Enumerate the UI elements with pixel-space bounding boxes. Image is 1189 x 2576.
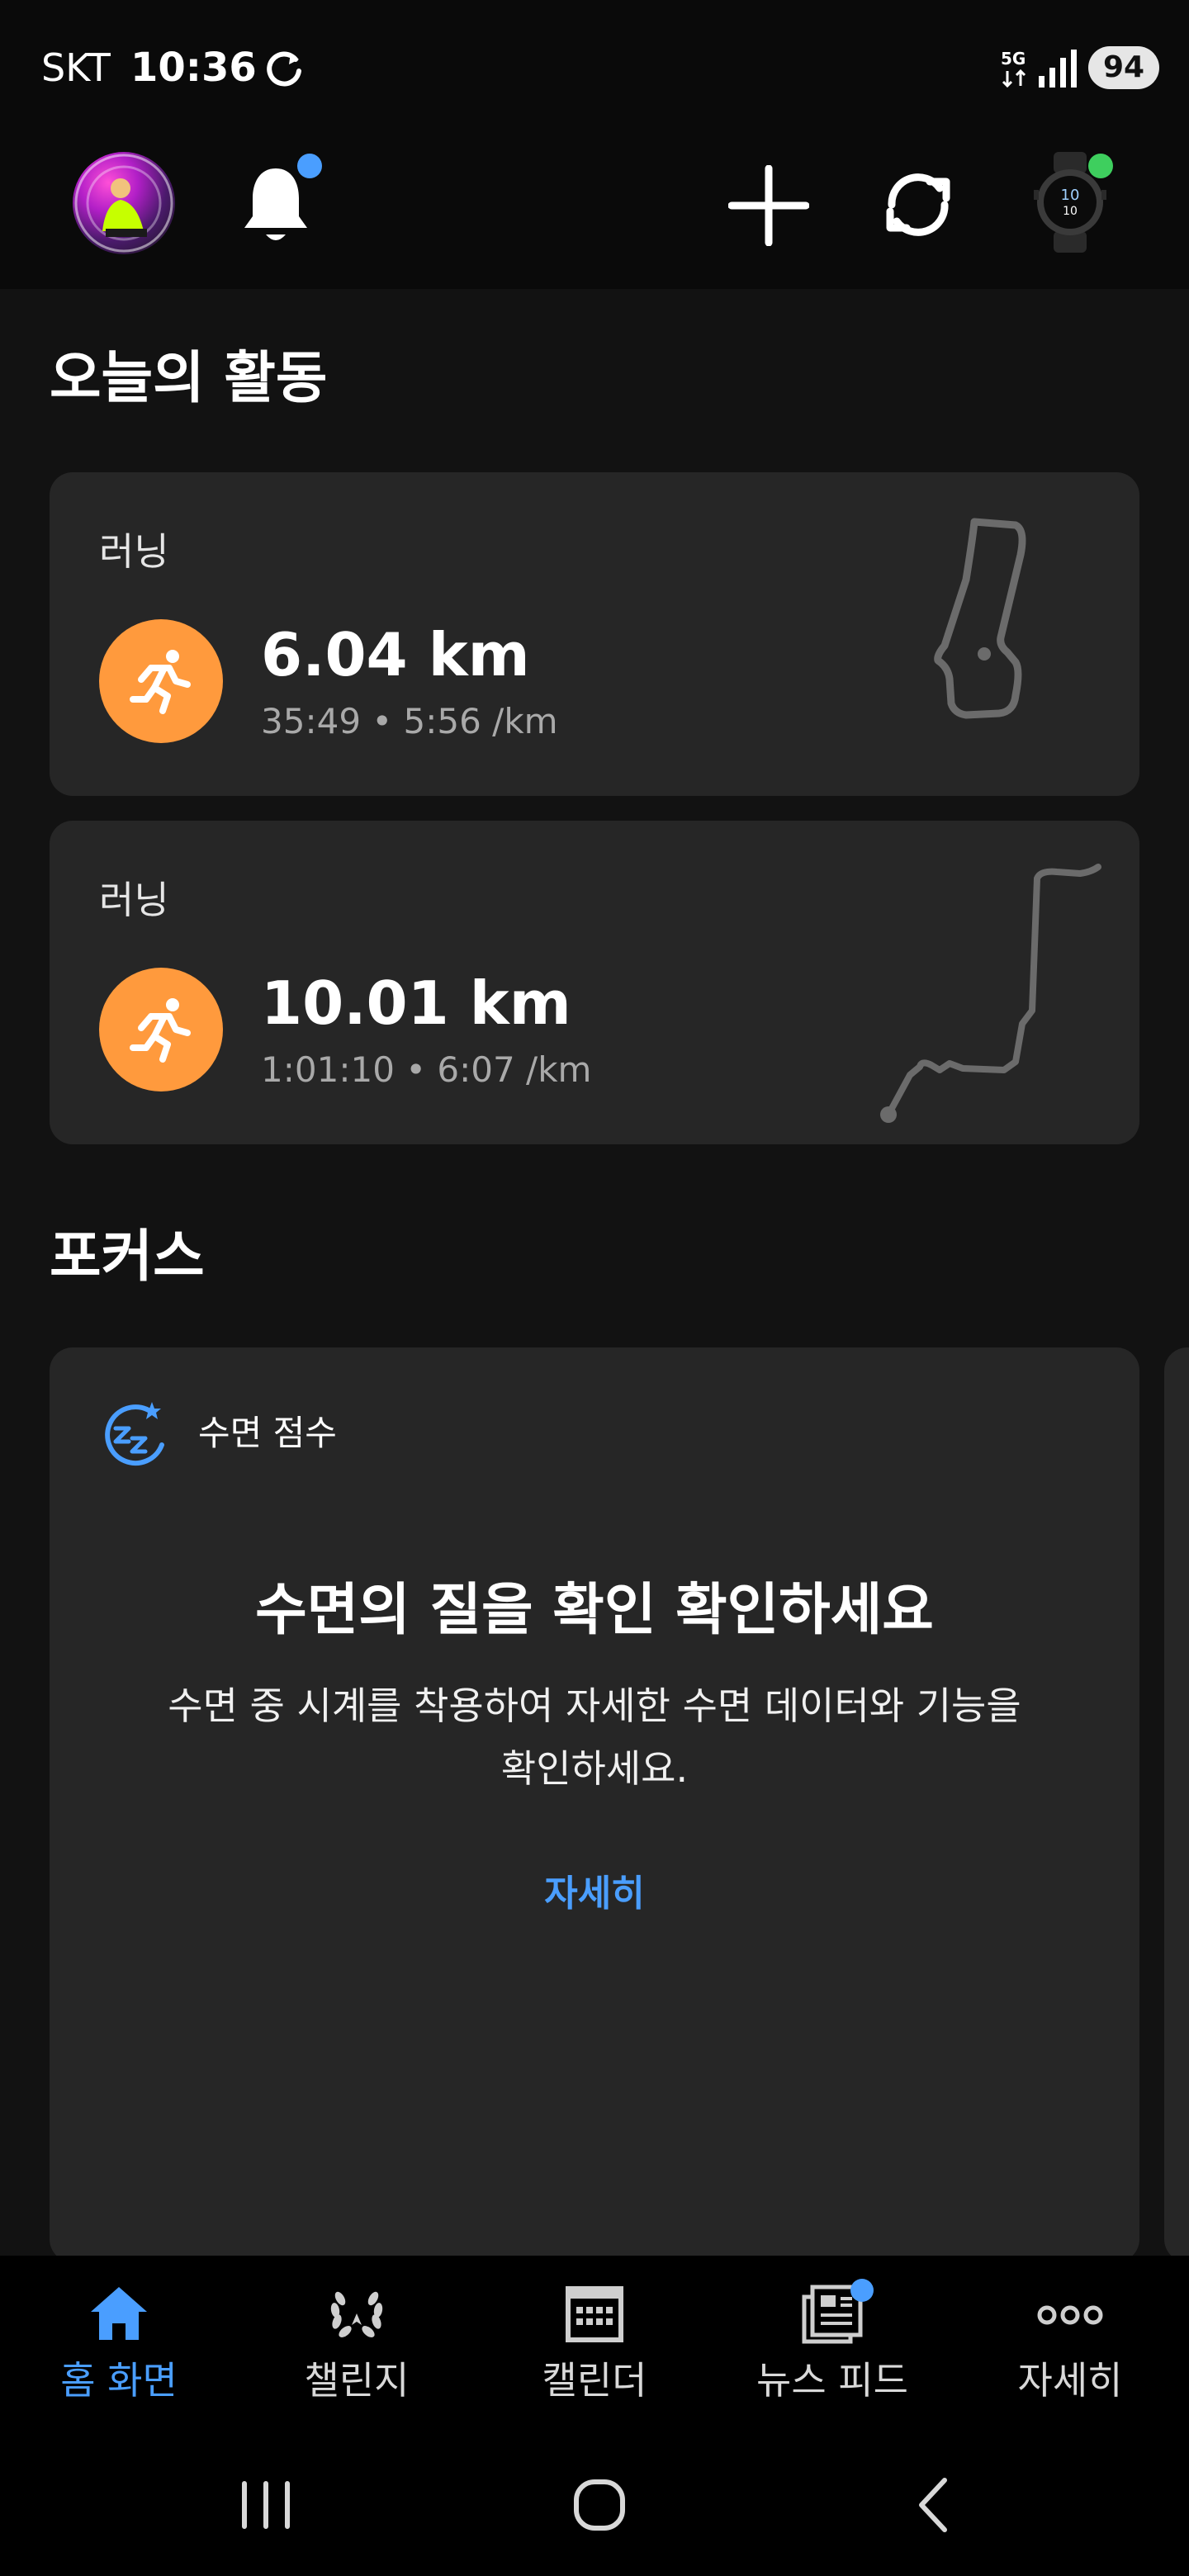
running-icon — [99, 968, 223, 1091]
svg-text:10: 10 — [1061, 187, 1080, 204]
activity-distance: 6.04 km — [261, 620, 530, 689]
recents-icon[interactable] — [233, 2474, 299, 2536]
activity-card[interactable]: 러닝 6.04 km 35:49 • 5:56 /km — [50, 472, 1139, 796]
back-icon[interactable] — [902, 2472, 968, 2538]
sync-status-icon — [267, 51, 301, 87]
sync-icon[interactable] — [875, 162, 961, 248]
nav-item-more[interactable]: 자세히 — [951, 2272, 1189, 2437]
notification-dot — [297, 154, 322, 178]
running-icon — [99, 619, 223, 743]
nav-label: 자세히 — [1017, 2358, 1123, 2403]
nav-item-news-feed[interactable]: 뉴스 피드 — [713, 2272, 951, 2437]
route-map — [934, 518, 1026, 719]
nav-label: 챌린지 — [304, 2358, 410, 2403]
carrier-name: SKT — [41, 45, 111, 90]
today-activity-title: 오늘의 활동 — [50, 346, 328, 411]
activity-type: 러닝 — [99, 529, 169, 574]
laurel-icon — [330, 2291, 383, 2337]
activity-card[interactable]: 러닝 10.01 km 1:01:10 • 6:07 /km — [50, 821, 1139, 1144]
next-focus-card[interactable] — [1164, 1347, 1189, 2262]
sleep-description: 수면 중 시계를 착용하여 자세한 수면 데이터와 기능을 확인하세요. — [168, 1683, 1021, 1791]
top-app-bar — [0, 135, 1189, 289]
activity-meta: 1:01:10 • 6:07 /km — [261, 1049, 592, 1090]
device-connected-dot — [1088, 154, 1113, 178]
battery-icon: 94 — [1088, 46, 1159, 89]
avatar[interactable] — [73, 152, 175, 254]
avatar-image — [74, 154, 173, 253]
sleep-score-label: 수면 점수 — [198, 1413, 337, 1453]
sleep-heading: 수면의 질을 확인 확인하세요 — [255, 1578, 934, 1643]
calendar-icon — [566, 2286, 623, 2342]
activity-meta: 35:49 • 5:56 /km — [261, 701, 558, 741]
add-icon[interactable] — [728, 165, 809, 246]
home-icon — [91, 2287, 147, 2340]
activity-type: 러닝 — [99, 878, 169, 922]
svg-text:5G: 5G — [1001, 49, 1026, 69]
news-notification-dot — [850, 2279, 874, 2302]
sleep-icon — [105, 1402, 164, 1466]
nav-label: 뉴스 피드 — [756, 2358, 908, 2403]
nav-item-home[interactable]: 홈 화면 — [0, 2272, 238, 2437]
status-time: 10:36 — [130, 45, 257, 91]
focus-title: 포커스 — [50, 1224, 205, 1290]
more-icon — [1037, 2305, 1103, 2325]
5g-icon: 5G — [1001, 49, 1026, 88]
route-map — [880, 864, 1101, 1123]
activity-distance: 10.01 km — [261, 968, 571, 1038]
nav-label: 홈 화면 — [60, 2358, 178, 2403]
nav-label: 캘린더 — [542, 2358, 647, 2403]
signal-icon — [1039, 50, 1077, 88]
details-link[interactable]: 자세히 — [462, 1869, 727, 1919]
nav-item-calendar[interactable]: 캘린더 — [476, 2272, 713, 2437]
svg-text:10: 10 — [1063, 205, 1078, 218]
sleep-score-card — [50, 1347, 1139, 2262]
home-button-icon[interactable] — [566, 2472, 632, 2538]
nav-item-challenge[interactable]: 챌린지 — [238, 2272, 476, 2437]
